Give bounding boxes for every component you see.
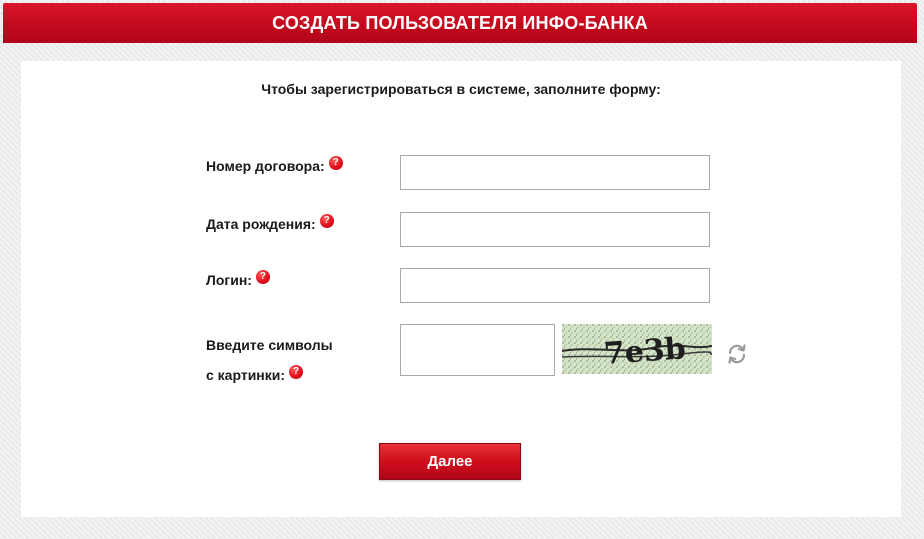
birth-date-input[interactable] bbox=[400, 212, 710, 247]
form-card: Чтобы зарегистрироваться в системе, запо… bbox=[21, 61, 901, 517]
captcha-text: 7e3b bbox=[603, 331, 687, 372]
captcha-label-line2-wrap: с картинки: ? bbox=[206, 360, 333, 390]
question-circle-icon[interactable]: ? bbox=[255, 270, 270, 284]
question-circle-icon[interactable]: ? bbox=[289, 365, 304, 379]
captcha-input[interactable] bbox=[400, 324, 555, 376]
question-circle-icon[interactable]: ? bbox=[328, 156, 343, 170]
login-label: Логин: ? bbox=[206, 270, 270, 288]
next-button[interactable]: Далее bbox=[379, 443, 521, 480]
question-circle-icon[interactable]: ? bbox=[319, 214, 334, 228]
registration-panel: СОЗДАТЬ ПОЛЬЗОВАТЕЛЯ ИНФО-БАНКА Чтобы за… bbox=[3, 3, 917, 533]
page-title: СОЗДАТЬ ПОЛЬЗОВАТЕЛЯ ИНФО-БАНКА bbox=[272, 12, 648, 33]
header-bar: СОЗДАТЬ ПОЛЬЗОВАТЕЛЯ ИНФО-БАНКА bbox=[3, 3, 917, 43]
contract-number-input[interactable] bbox=[400, 155, 710, 190]
form-intro: Чтобы зарегистрироваться в системе, запо… bbox=[261, 81, 661, 97]
captcha-label-line1: Введите символы bbox=[206, 337, 333, 353]
contract-number-label: Номер договора: ? bbox=[206, 156, 343, 174]
contract-number-label-text: Номер договора: bbox=[206, 158, 325, 174]
captcha-label: Введите символы с картинки: ? bbox=[206, 330, 333, 390]
captcha-image: 7e3b bbox=[562, 324, 712, 374]
captcha-label-line2: с картинки: bbox=[206, 367, 286, 383]
birth-date-label: Дата рождения: ? bbox=[206, 214, 334, 232]
refresh-icon[interactable] bbox=[725, 342, 749, 366]
birth-date-label-text: Дата рождения: bbox=[206, 216, 316, 232]
login-label-text: Логин: bbox=[206, 272, 252, 288]
login-input[interactable] bbox=[400, 268, 710, 303]
